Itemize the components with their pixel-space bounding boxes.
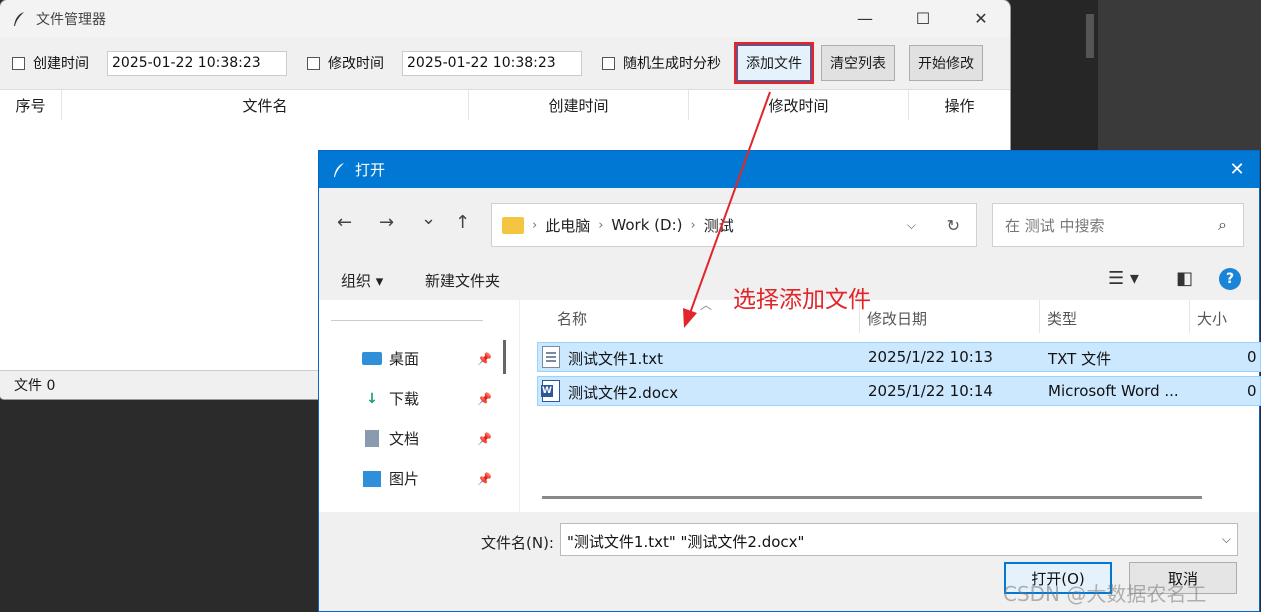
annotation-text: 选择添加文件: [733, 287, 871, 313]
create-time-label: 创建时间: [33, 56, 89, 72]
modify-time-checkbox[interactable]: [307, 56, 320, 70]
recent-locations-icon[interactable]: ⌄: [421, 208, 436, 229]
file-list-pane: ︿ 名称 修改日期 类型 大小 测试文件1.txt 2025/1/22 10:1…: [519, 298, 1261, 512]
help-icon[interactable]: ?: [1219, 268, 1241, 290]
breadcrumb-test-folder[interactable]: 测试: [704, 215, 734, 236]
pin-icon[interactable]: 📌: [477, 392, 492, 406]
view-options-icon[interactable]: ☰ ▾: [1108, 268, 1139, 289]
back-arrow-icon[interactable]: ←: [337, 212, 352, 233]
file-row[interactable]: 测试文件1.txt 2025/1/22 10:13 TXT 文件 0: [537, 342, 1261, 372]
chevron-down-icon[interactable]: ⌵: [907, 218, 916, 233]
column-date[interactable]: 修改日期: [867, 308, 927, 329]
sort-up-icon: ︿: [700, 298, 713, 312]
search-placeholder: 在 测试 中搜索: [1005, 216, 1105, 235]
breadcrumb-this-pc[interactable]: 此电脑: [545, 215, 590, 236]
pictures-icon: [361, 470, 383, 488]
address-bar[interactable]: › 此电脑 › Work (D:) › 测试 ⌵ ↻: [491, 203, 977, 247]
nav-item-downloads[interactable]: ↓ 下载: [361, 388, 419, 409]
horizontal-scrollbar[interactable]: [542, 496, 1202, 499]
close-button[interactable]: ✕: [952, 0, 1010, 37]
pin-icon[interactable]: 📌: [477, 432, 492, 446]
file-list-header: ︿ 名称 修改日期 类型 大小: [520, 298, 1259, 333]
dialog-titlebar: 打开 ✕: [319, 151, 1259, 188]
word-file-icon: [541, 380, 560, 402]
filename-input[interactable]: "测试文件1.txt" "测试文件2.docx" ⌵: [560, 523, 1238, 556]
dialog-title: 打开: [355, 161, 386, 179]
document-icon: [361, 430, 383, 448]
main-titlebar: 文件管理器 — ☐ ✕: [0, 0, 1010, 37]
folder-icon: [502, 216, 524, 234]
filename-label: 文件名(N):: [481, 534, 554, 552]
preview-pane-icon[interactable]: ◧: [1176, 268, 1193, 289]
minimize-button[interactable]: —: [836, 0, 894, 37]
feather-icon: [14, 11, 24, 26]
watermark: CSDN @大数据农名工: [1003, 582, 1207, 606]
background-panel-right: [1098, 0, 1261, 150]
create-time-input[interactable]: 2025-01-22 10:38:23: [107, 50, 287, 76]
random-time-label: 随机生成时分秒: [623, 56, 721, 72]
maximize-button[interactable]: ☐: [894, 0, 952, 37]
random-time-checkbox[interactable]: [602, 56, 615, 70]
desktop-icon: [361, 350, 383, 368]
file-table-header: 序号 文件名 创建时间 修改时间 操作: [0, 89, 1010, 120]
main-toolbar: 创建时间 2025-01-22 10:38:23 修改时间 2025-01-22…: [0, 37, 1010, 89]
column-size[interactable]: 大小: [1197, 308, 1227, 329]
column-type[interactable]: 类型: [1047, 308, 1077, 329]
modify-time-input[interactable]: 2025-01-22 10:38:23: [402, 50, 582, 76]
organize-button[interactable]: 组织 ▾: [341, 270, 383, 291]
column-actions[interactable]: 操作: [909, 90, 1010, 120]
column-index[interactable]: 序号: [0, 90, 62, 120]
txt-file-icon: [542, 346, 560, 368]
window-title: 文件管理器: [36, 11, 106, 28]
feather-icon: [334, 162, 344, 177]
column-name[interactable]: 名称: [557, 308, 587, 329]
refresh-icon[interactable]: ↻: [947, 216, 960, 235]
modify-time-label: 修改时间: [328, 56, 384, 72]
up-arrow-icon[interactable]: ↑: [455, 212, 470, 233]
search-input[interactable]: 在 测试 中搜索 ⌕: [992, 203, 1244, 247]
background-panel: [1010, 0, 1098, 150]
add-file-button[interactable]: 添加文件: [734, 42, 814, 84]
nav-item-documents[interactable]: 文档: [361, 428, 419, 449]
nav-scrollbar[interactable]: [503, 340, 506, 374]
chevron-down-icon[interactable]: ⌵: [1222, 532, 1231, 547]
column-filename[interactable]: 文件名: [62, 90, 469, 120]
navigation-pane: 桌面 📌 ↓ 下载 📌 文档 📌 图片 📌: [319, 300, 519, 512]
create-time-checkbox[interactable]: [12, 56, 25, 70]
dialog-close-button[interactable]: ✕: [1215, 159, 1259, 180]
dialog-navigation-bar: ← → ⌄ ↑ › 此电脑 › Work (D:) › 测试 ⌵ ↻ 在 测试 …: [319, 188, 1259, 260]
start-modify-button[interactable]: 开始修改: [909, 45, 983, 81]
open-file-dialog: 打开 ✕ ← → ⌄ ↑ › 此电脑 › Work (D:) › 测试 ⌵ ↻ …: [318, 150, 1261, 612]
pin-icon[interactable]: 📌: [477, 352, 492, 366]
nav-item-pictures[interactable]: 图片: [361, 468, 419, 489]
forward-arrow-icon[interactable]: →: [379, 212, 394, 233]
column-modify-time[interactable]: 修改时间: [689, 90, 909, 120]
clear-list-button[interactable]: 清空列表: [821, 45, 895, 81]
search-icon[interactable]: ⌕: [1218, 215, 1227, 235]
nav-item-desktop[interactable]: 桌面: [361, 348, 419, 369]
breadcrumb-work-drive[interactable]: Work (D:): [611, 216, 682, 234]
file-row[interactable]: 测试文件2.docx 2025/1/22 10:14 Microsoft Wor…: [537, 376, 1261, 406]
new-folder-button[interactable]: 新建文件夹: [425, 270, 500, 291]
background-scrollbar: [1086, 14, 1094, 58]
pin-icon[interactable]: 📌: [477, 472, 492, 486]
download-icon: ↓: [366, 390, 378, 407]
column-create-time[interactable]: 创建时间: [469, 90, 689, 120]
